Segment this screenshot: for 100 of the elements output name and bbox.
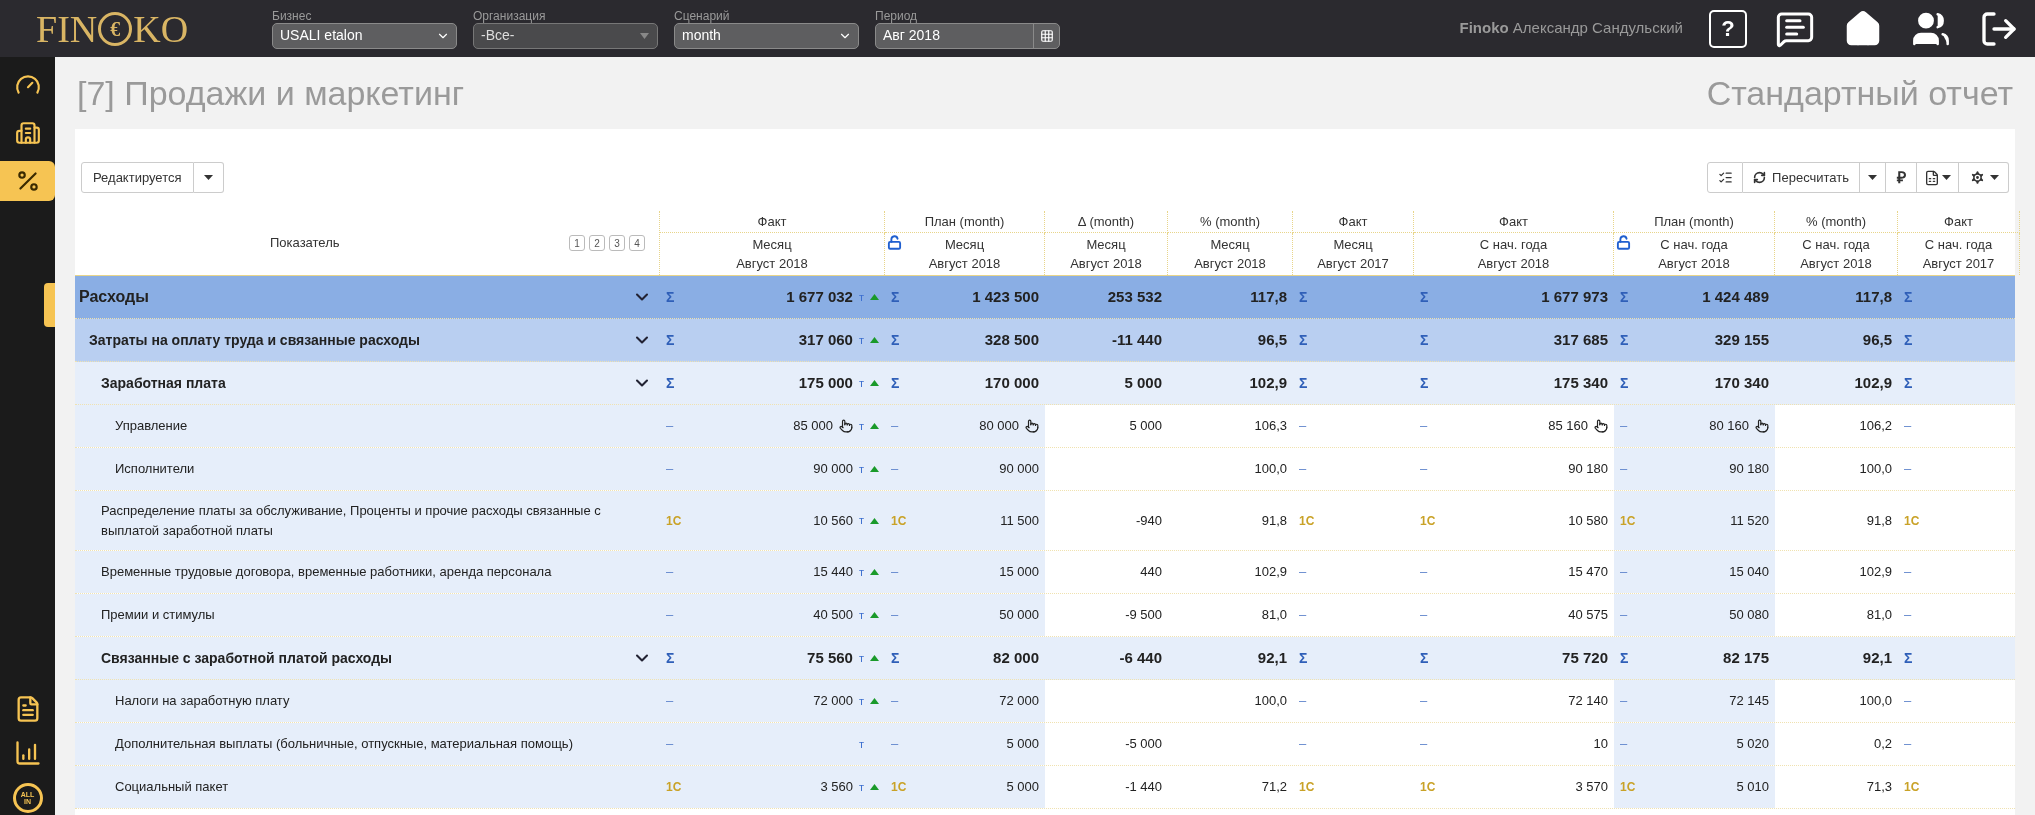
select-field[interactable]: USALI etalon: [272, 22, 457, 49]
source-marker: –: [891, 692, 899, 711]
cell-value: 85 160: [1548, 417, 1588, 436]
source-marker: 1С: [1420, 779, 1436, 796]
cell-value[interactable]: 1 424 489: [1702, 285, 1769, 309]
cell-value: 102,9: [1254, 563, 1287, 582]
source-marker: –: [1620, 735, 1628, 754]
cell-value[interactable]: 82 175: [1723, 646, 1769, 670]
source-marker: –: [1904, 417, 1912, 436]
settings-button[interactable]: [1959, 162, 2009, 193]
chart-icon[interactable]: [13, 739, 42, 767]
cell-value[interactable]: 5 010: [1736, 777, 1769, 797]
cell-value: 5 000: [1124, 372, 1162, 393]
unlock-icon[interactable]: [887, 235, 902, 250]
cell-value[interactable]: 170 000: [984, 371, 1039, 395]
recalculate-button[interactable]: Пересчитать: [1743, 162, 1860, 193]
cell-value: 106,2: [1859, 417, 1892, 436]
source-marker: –: [666, 735, 674, 754]
source-marker: –: [1904, 692, 1912, 711]
unlock-icon[interactable]: [1616, 235, 1631, 250]
source-marker: 1С: [666, 779, 682, 796]
cell-value: -11 440: [1111, 329, 1162, 350]
cell-value[interactable]: 90 000: [999, 459, 1039, 479]
cell-value[interactable]: 11 500: [1000, 510, 1039, 531]
cell-value[interactable]: 1 677 032: [786, 285, 853, 309]
level-button[interactable]: 2: [589, 235, 605, 251]
cell-value[interactable]: 15 440: [813, 562, 853, 582]
cell-value[interactable]: 80 000: [979, 416, 1019, 436]
source-marker: 1С: [1620, 512, 1636, 530]
cell-value[interactable]: 15 040: [1729, 562, 1769, 582]
cell-value[interactable]: 329 155: [1714, 328, 1769, 352]
column-date: Август 2018: [1658, 255, 1730, 273]
source-marker: 1С: [891, 779, 907, 796]
cell-value[interactable]: 90 000: [813, 459, 853, 479]
column-group-header: Δ (month): [1045, 211, 1168, 233]
column-period: Месяц: [1210, 236, 1250, 254]
cell-value[interactable]: 5 000: [1006, 734, 1039, 754]
cell-value: 100,0: [1859, 692, 1892, 711]
report-name: Стандартный отчет: [1706, 72, 2013, 114]
dropdown-toggle[interactable]: [1860, 162, 1886, 193]
source-marker: –: [1620, 563, 1628, 582]
source-marker: –: [1299, 460, 1307, 479]
row-label: Исполнители: [115, 460, 196, 478]
flag-letter: т: [858, 418, 864, 434]
cell-value[interactable]: 50 080: [1729, 605, 1769, 625]
cell-value[interactable]: 50 000: [999, 605, 1039, 625]
cell-value[interactable]: 175 000: [798, 371, 853, 395]
row-label: Управление: [115, 417, 189, 435]
level-button[interactable]: 4: [629, 235, 645, 251]
sidebar-item[interactable]: [0, 161, 55, 201]
row-label: Расходы: [79, 287, 150, 307]
cell-value[interactable]: 170 340: [1714, 371, 1769, 395]
status-dropdown[interactable]: Редактируется: [81, 162, 194, 193]
column-period: С нач. года: [1802, 236, 1870, 254]
source-marker: –: [1620, 417, 1628, 436]
caret-icon: [1942, 175, 1951, 180]
level-button[interactable]: 1: [569, 235, 585, 251]
cell-value[interactable]: 5 000: [1006, 777, 1039, 797]
cell-value: 92,1: [1862, 647, 1892, 668]
select-field[interactable]: month: [674, 22, 859, 49]
cell-value: 92,1: [1257, 647, 1287, 668]
cell-value: 10 580: [1568, 511, 1608, 530]
level-button[interactable]: 3: [609, 235, 625, 251]
dropdown-toggle[interactable]: [193, 162, 224, 193]
row-label: Дополнительная выплаты (больничные, отпускные, материальная помощь): [115, 735, 574, 753]
cell-value[interactable]: 5 020: [1736, 734, 1769, 754]
cell-value[interactable]: 72 145: [1729, 691, 1769, 711]
cell-value[interactable]: 72 000: [999, 691, 1039, 711]
cell-value[interactable]: 10 560: [813, 510, 853, 531]
column-group-header: Факт: [1898, 211, 2020, 233]
list-button[interactable]: [1707, 162, 1744, 193]
cell-value[interactable]: 328 500: [984, 328, 1039, 352]
column-period: Месяц: [752, 236, 792, 254]
cell-value[interactable]: 15 000: [999, 562, 1039, 582]
cell-value[interactable]: 75 560: [807, 646, 853, 670]
cell-value[interactable]: 90 180: [1729, 459, 1769, 479]
cell-value[interactable]: 317 060: [798, 328, 853, 352]
currency-button[interactable]: ₽: [1886, 162, 1917, 193]
cell-value[interactable]: 85 000: [793, 416, 833, 436]
source-marker: 1С: [1299, 512, 1315, 530]
cell-value[interactable]: 72 000: [813, 691, 853, 711]
column-group-header: % (month): [1775, 211, 1898, 233]
cell-value[interactable]: 3 560: [820, 777, 853, 797]
cell-value[interactable]: 40 500: [813, 605, 853, 625]
cell-value: 100,0: [1254, 692, 1287, 711]
cell-value: 100,0: [1859, 460, 1892, 479]
cell-value[interactable]: 80 160: [1709, 416, 1749, 436]
excel-export-button[interactable]: [1917, 162, 1959, 193]
cell-value[interactable]: 1 423 500: [972, 285, 1039, 309]
flag-letter: т: [858, 779, 864, 795]
date-field[interactable]: Авг 2018: [875, 22, 1060, 49]
cell-value: 91,8: [1866, 511, 1892, 530]
source-marker: Σ: [891, 287, 900, 307]
source-marker: –: [1420, 417, 1428, 436]
cell-value: 91,8: [1261, 511, 1287, 530]
cell-value[interactable]: 82 000: [993, 646, 1039, 670]
cell-value[interactable]: 11 520: [1730, 510, 1769, 531]
help-button[interactable]: ?: [1709, 9, 1747, 48]
column-date: Август 2018: [736, 255, 808, 273]
collapse-handle[interactable]: [44, 283, 55, 327]
